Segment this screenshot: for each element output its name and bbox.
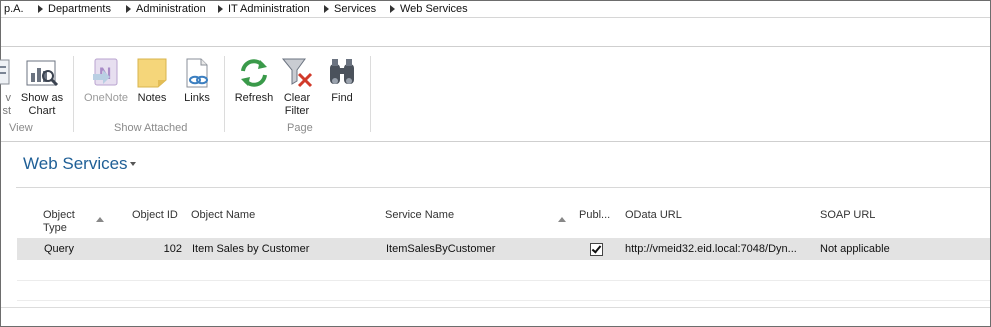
find-label: Find: [331, 92, 353, 104]
show-attached-group-label: Show Attached: [114, 122, 188, 134]
breadcrumb-separator-icon: [324, 5, 329, 13]
cell-object-type: Query: [44, 243, 74, 255]
list-button-label: v st: [2, 92, 11, 117]
column-header-object-type[interactable]: Object Type: [43, 209, 75, 235]
cell-service-name: ItemSalesByCustomer: [386, 243, 496, 255]
ribbon-group-divider: [224, 56, 225, 132]
chart-icon: [26, 60, 59, 87]
column-header-published[interactable]: Publ...: [579, 209, 610, 222]
breadcrumb-separator-icon: [126, 5, 131, 13]
breadcrumb-separator-icon: [390, 5, 395, 13]
notes-label: Notes: [137, 92, 167, 104]
lower-panel-border: [1, 307, 990, 308]
list-icon: [0, 59, 10, 85]
breadcrumb-item-it-administration[interactable]: IT Administration: [228, 3, 310, 15]
page-group-label: Page: [287, 122, 313, 134]
ribbon-bottom-border: [1, 141, 990, 142]
breadcrumb-item-administration[interactable]: Administration: [136, 3, 206, 15]
column-header-service-name[interactable]: Service Name: [385, 209, 454, 222]
ribbon-top-border: [1, 46, 990, 47]
column-header-odata-url[interactable]: OData URL: [625, 209, 682, 222]
published-checkbox[interactable]: [590, 243, 603, 256]
column-header-object-name[interactable]: Object Name: [191, 209, 255, 222]
breadcrumb: p.A. Departments Administration IT Admin…: [1, 1, 990, 18]
breadcrumb-separator-icon: [218, 5, 223, 13]
links-icon: [186, 58, 208, 88]
ribbon-group-divider: [73, 56, 74, 132]
empty-row-divider: [17, 300, 990, 301]
find-icon: [330, 59, 354, 84]
breadcrumb-separator-icon: [38, 5, 43, 13]
refresh-icon: [241, 59, 267, 87]
title-dropdown-icon[interactable]: [130, 162, 136, 166]
window-frame: p.A. Departments Administration IT Admin…: [0, 0, 991, 327]
onenote-label: OneNote: [83, 92, 129, 104]
onenote-icon: N: [93, 58, 118, 86]
column-header-soap-url[interactable]: SOAP URL: [820, 209, 875, 222]
ribbon-group-divider: [370, 56, 371, 132]
empty-row-divider: [17, 280, 990, 281]
sort-ascending-icon: [96, 217, 104, 222]
title-divider: [16, 187, 990, 188]
view-group-label: View: [9, 122, 33, 134]
links-label: Links: [184, 92, 210, 104]
breadcrumb-item-web-services[interactable]: Web Services: [400, 3, 468, 15]
cell-odata-url[interactable]: http://vmeid32.eid.local:7048/Dyn...: [625, 243, 797, 255]
clear-filter-label: Clear Filter: [283, 92, 311, 117]
column-header-object-id[interactable]: Object ID: [132, 209, 178, 222]
page-title[interactable]: Web Services: [23, 154, 128, 174]
cell-object-id: 102: [163, 243, 182, 255]
notes-icon: [137, 58, 167, 88]
show-as-chart-label: Show as Chart: [20, 92, 64, 117]
breadcrumb-item-company[interactable]: p.A.: [4, 3, 24, 15]
cell-object-name: Item Sales by Customer: [192, 243, 310, 255]
clear-filter-icon: [281, 58, 313, 88]
breadcrumb-item-services[interactable]: Services: [334, 3, 376, 15]
sort-ascending-icon: [558, 217, 566, 222]
breadcrumb-item-departments[interactable]: Departments: [48, 3, 111, 15]
refresh-label: Refresh: [234, 92, 274, 104]
cell-soap-url: Not applicable: [820, 243, 890, 255]
